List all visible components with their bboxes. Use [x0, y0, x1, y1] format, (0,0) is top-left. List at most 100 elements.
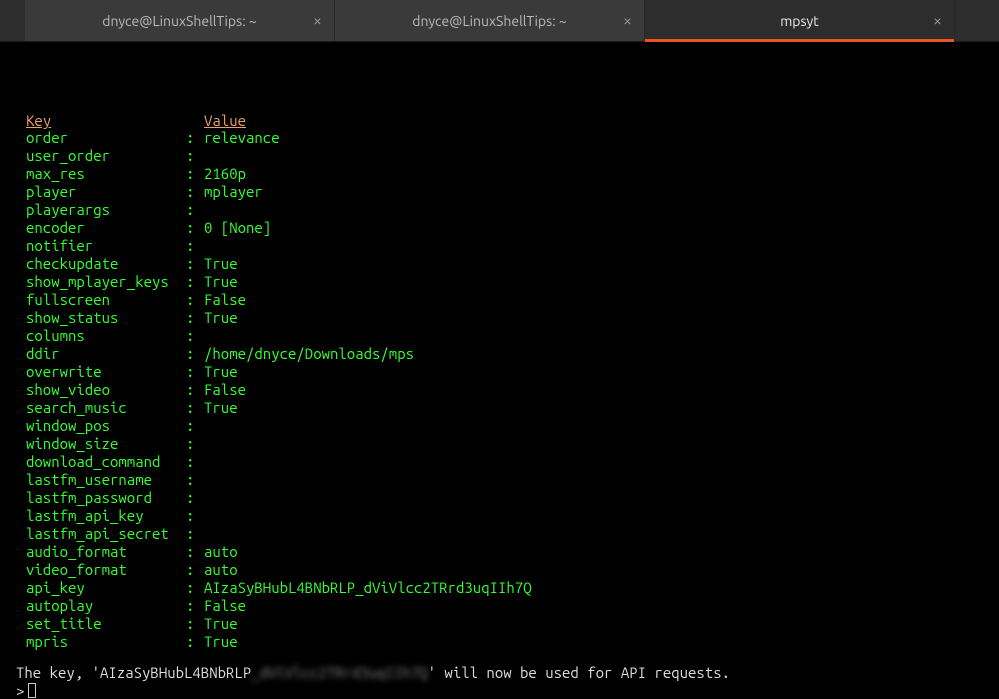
- header-value: Value: [204, 112, 246, 129]
- setting-key: checkupdate: [26, 255, 186, 273]
- prompt-symbol: >: [16, 682, 24, 699]
- colon: :: [186, 453, 204, 471]
- setting-key: download_command: [26, 453, 186, 471]
- prompt[interactable]: >: [16, 682, 36, 699]
- setting-key: window_size: [26, 435, 186, 453]
- setting-value: True: [204, 363, 238, 381]
- setting-value: True: [204, 615, 238, 633]
- colon: :: [186, 417, 204, 435]
- colon: :: [186, 381, 204, 399]
- setting-key: overwrite: [26, 363, 186, 381]
- setting-key: audio_format: [26, 543, 186, 561]
- terminal[interactable]: Key Value order:relevanceuser_order:max_…: [0, 42, 999, 699]
- setting-key: lastfm_api_secret: [26, 525, 186, 543]
- setting-row: ddir:/home/dnyce/Downloads/mps: [26, 345, 973, 363]
- setting-key: max_res: [26, 165, 186, 183]
- colon: :: [186, 543, 204, 561]
- setting-row: lastfm_api_secret:: [26, 525, 973, 543]
- tab-bar: dnyce@LinuxShellTips: ~ × dnyce@LinuxShe…: [0, 0, 999, 42]
- colon: :: [186, 363, 204, 381]
- colon: :: [186, 291, 204, 309]
- header-key: Key: [26, 112, 204, 129]
- setting-value: 0 [None]: [204, 219, 271, 237]
- colon: :: [186, 255, 204, 273]
- setting-key: lastfm_api_key: [26, 507, 186, 525]
- setting-row: playerargs:: [26, 201, 973, 219]
- tab-label: dnyce@LinuxShellTips: ~: [412, 13, 567, 29]
- setting-key: show_mplayer_keys: [26, 273, 186, 291]
- setting-row: set_title:True: [26, 615, 973, 633]
- close-icon[interactable]: ×: [623, 12, 632, 30]
- close-icon[interactable]: ×: [933, 12, 942, 30]
- colon: :: [186, 507, 204, 525]
- colon: :: [186, 237, 204, 255]
- setting-row: notifier:: [26, 237, 973, 255]
- setting-key: user_order: [26, 147, 186, 165]
- setting-key: autoplay: [26, 597, 186, 615]
- tab-shell-1[interactable]: dnyce@LinuxShellTips: ~ ×: [25, 0, 335, 41]
- setting-row: lastfm_api_key:: [26, 507, 973, 525]
- colon: :: [186, 435, 204, 453]
- colon: :: [186, 309, 204, 327]
- cursor: [28, 683, 36, 698]
- setting-row: window_pos:: [26, 417, 973, 435]
- setting-row: video_format:auto: [26, 561, 973, 579]
- setting-key: window_pos: [26, 417, 186, 435]
- setting-row: audio_format:auto: [26, 543, 973, 561]
- setting-key: order: [26, 129, 186, 147]
- tab-label: mpsyt: [780, 13, 819, 29]
- setting-value: True: [204, 633, 238, 651]
- tab-mpsyt[interactable]: mpsyt ×: [645, 0, 955, 41]
- colon: :: [186, 399, 204, 417]
- setting-row: show_mplayer_keys:True: [26, 273, 973, 291]
- setting-value: relevance: [204, 129, 280, 147]
- colon: :: [186, 579, 204, 597]
- setting-row: encoder:0 [None]: [26, 219, 973, 237]
- setting-row: download_command:: [26, 453, 973, 471]
- setting-row: checkupdate:True: [26, 255, 973, 273]
- settings-list: order:relevanceuser_order:max_res:2160pp…: [0, 129, 999, 651]
- setting-key: mpris: [26, 633, 186, 651]
- tab-spacer: [0, 0, 25, 41]
- colon: :: [186, 633, 204, 651]
- colon: :: [186, 219, 204, 237]
- setting-key: player: [26, 183, 186, 201]
- close-icon[interactable]: ×: [313, 12, 322, 30]
- setting-key: lastfm_username: [26, 471, 186, 489]
- setting-value: 2160p: [204, 165, 246, 183]
- setting-row: autoplay:False: [26, 597, 973, 615]
- setting-value: True: [204, 255, 238, 273]
- colon: :: [186, 615, 204, 633]
- tab-shell-2[interactable]: dnyce@LinuxShellTips: ~ ×: [335, 0, 645, 41]
- setting-row: show_video:False: [26, 381, 973, 399]
- colon: :: [186, 597, 204, 615]
- setting-key: set_title: [26, 615, 186, 633]
- setting-value: False: [204, 597, 246, 615]
- setting-row: order:relevance: [26, 129, 973, 147]
- setting-key: lastfm_password: [26, 489, 186, 507]
- colon: :: [186, 165, 204, 183]
- colon: :: [186, 147, 204, 165]
- setting-row: api_key:AIzaSyBHubL4BNbRLP_dViVlcc2TRrd3…: [26, 579, 973, 597]
- setting-key: api_key: [26, 579, 186, 597]
- setting-row: mpris:True: [26, 633, 973, 651]
- colon: :: [186, 327, 204, 345]
- setting-row: user_order:: [26, 147, 973, 165]
- setting-row: fullscreen:False: [26, 291, 973, 309]
- setting-key: columns: [26, 327, 186, 345]
- setting-value: True: [204, 273, 238, 291]
- setting-value: mplayer: [204, 183, 263, 201]
- setting-key: show_video: [26, 381, 186, 399]
- tab-label: dnyce@LinuxShellTips: ~: [102, 13, 257, 29]
- setting-key: show_status: [26, 309, 186, 327]
- setting-row: player:mplayer: [26, 183, 973, 201]
- setting-value: AIzaSyBHubL4BNbRLP_dViVlcc2TRrd3uqIIh7Q: [204, 579, 532, 597]
- setting-value: False: [204, 381, 246, 399]
- colon: :: [186, 345, 204, 363]
- colon: :: [186, 525, 204, 543]
- status-suffix: ' will now be used for API requests.: [428, 664, 730, 681]
- setting-row: columns:: [26, 327, 973, 345]
- setting-row: show_status:True: [26, 309, 973, 327]
- setting-row: lastfm_password:: [26, 489, 973, 507]
- setting-key: ddir: [26, 345, 186, 363]
